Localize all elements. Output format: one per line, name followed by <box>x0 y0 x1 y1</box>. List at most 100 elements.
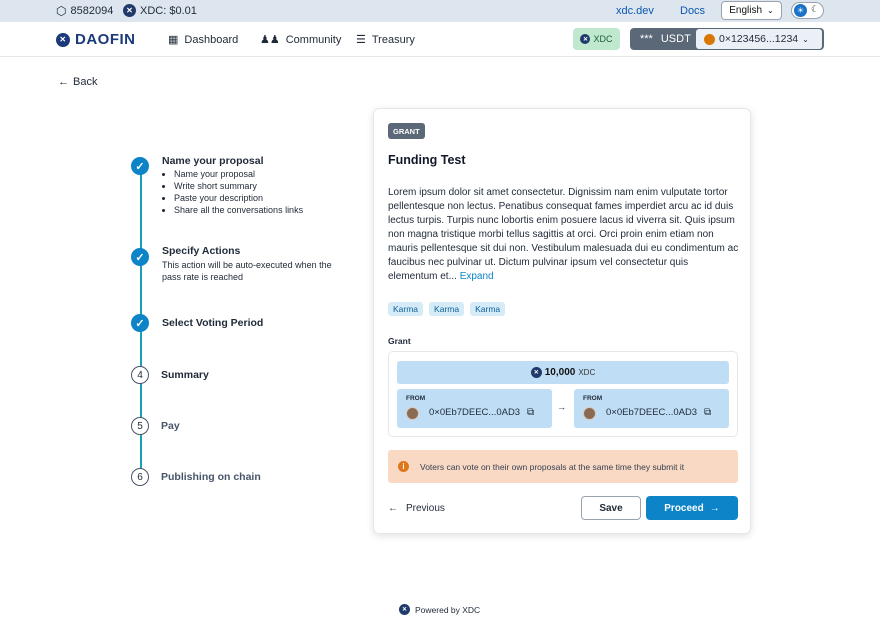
step-title[interactable]: Specify Actions <box>162 245 240 257</box>
party-label: FROM <box>583 395 603 402</box>
tag-list: Karma Karma Karma <box>388 302 506 316</box>
wallet-address-button[interactable]: 0×123456...1234 ⌄ <box>696 29 822 49</box>
wallet-avatar <box>704 33 715 45</box>
grant-label: Grant <box>388 336 411 346</box>
balance-mask: *** <box>640 33 653 45</box>
step-title[interactable]: Pay <box>161 420 180 432</box>
previous-button[interactable]: ← Previous <box>388 503 445 514</box>
nav-item-treasury[interactable]: ☰ Treasury <box>356 33 415 47</box>
step-subitem: Share all the conversations links <box>174 204 303 216</box>
back-label: Back <box>73 76 98 88</box>
step-number: 5 <box>131 417 149 435</box>
wallet-widget[interactable]: *** USDT 0×123456...1234 ⌄ <box>630 28 824 50</box>
voting-notice-text: Voters can vote on their own proposals a… <box>420 461 685 472</box>
brand-name: DAOFIN <box>75 31 136 48</box>
party-label: FROM <box>406 395 426 402</box>
avatar <box>583 407 596 420</box>
arrow-right-icon: → <box>557 402 566 412</box>
proceed-button[interactable]: Proceed → <box>646 496 738 520</box>
back-link[interactable]: ← Back <box>58 76 97 88</box>
step-check-icon: ✓ <box>131 314 149 332</box>
step-title[interactable]: Select Voting Period <box>162 317 263 329</box>
step-title[interactable]: Name your proposal <box>162 155 264 167</box>
chevron-down-icon: ⌄ <box>802 34 809 44</box>
grant-amount-unit: XDC <box>578 368 596 377</box>
grant-amount: ✕ 10,000 XDC <box>397 361 729 384</box>
xdc-price: ✕ XDC: $0.01 <box>123 4 197 17</box>
previous-label: Previous <box>406 503 445 514</box>
xdc-coin-icon: ✕ <box>123 4 136 17</box>
docs-link[interactable]: Docs <box>680 5 705 17</box>
moon-icon: ☾ <box>811 4 820 14</box>
nav-item-label: Community <box>285 33 342 46</box>
wallet-address: 0×123456...1234 <box>719 33 799 45</box>
save-button[interactable]: Save <box>581 496 641 520</box>
xdc-coin-icon: ✕ <box>399 604 410 615</box>
xdc-coin-icon: ✕ <box>530 367 542 378</box>
proposal-title: Funding Test <box>388 153 466 167</box>
party-address: 0×0Eb7DEEC...0AD3 <box>429 407 521 418</box>
treasury-icon: ☰ <box>356 34 366 46</box>
brand-logo[interactable]: ✕ DAOFIN <box>56 31 136 48</box>
nav-item-label: Treasury <box>371 33 415 46</box>
info-icon: i <box>398 461 409 472</box>
arrow-right-icon: → <box>709 502 720 514</box>
step-subitems: Name your proposal Write short summary P… <box>174 168 303 216</box>
tag: Karma <box>388 302 424 316</box>
nav-item-community[interactable]: ♟♟ Community <box>260 33 342 47</box>
avatar <box>406 407 419 420</box>
voting-notice: i Voters can vote on their own proposals… <box>388 450 738 483</box>
step-title[interactable]: Summary <box>161 369 209 381</box>
step-subitem: Name your proposal <box>174 168 303 180</box>
grant-amount-value: 10,000 <box>544 367 576 378</box>
arrow-left-icon: ← <box>388 503 398 514</box>
step-subitem: Paste your description <box>174 192 303 204</box>
tag: Karma <box>470 302 506 316</box>
language-select[interactable]: English ⌄ <box>721 1 782 20</box>
xdc-dev-link[interactable]: xdc.dev <box>616 5 654 17</box>
proposal-description-text: Lorem ipsum dolor sit amet consectetur. … <box>388 187 739 282</box>
expand-link[interactable]: Expand <box>460 271 494 282</box>
proposal-type-badge: GRANT <box>388 123 425 139</box>
xdc-logo-icon: ✕ <box>56 32 70 47</box>
chevron-down-icon: ⌄ <box>767 6 774 15</box>
step-check-icon: ✓ <box>131 248 149 266</box>
users-icon: ♟♟ <box>260 34 280 46</box>
sun-icon: ☀ <box>794 4 807 17</box>
external-link-icon[interactable]: ⧉ <box>704 407 711 418</box>
grant-details: ✕ 10,000 XDC FROM 0×0Eb7DEEC...0AD3 ⧉ → … <box>388 351 738 437</box>
step-title[interactable]: Publishing on chain <box>161 471 261 483</box>
party-address: 0×0Eb7DEEC...0AD3 <box>606 407 698 418</box>
wallet-balance: *** USDT <box>640 33 691 45</box>
xdc-price-value: XDC: $0.01 <box>140 4 197 17</box>
step-check-icon: ✓ <box>131 157 149 175</box>
grant-party-from: FROM 0×0Eb7DEEC...0AD3 ⧉ <box>397 389 552 428</box>
cube-icon: ⬡ <box>56 4 67 18</box>
nav-item-label: Dashboard <box>184 33 239 46</box>
step-subitem: Write short summary <box>174 180 303 192</box>
powered-by-label: Powered by XDC <box>415 604 481 615</box>
block-number: ⬡ 8582094 <box>56 4 113 18</box>
network-chip-label: XDC <box>593 34 613 44</box>
nav-item-dashboard[interactable]: ▦ Dashboard <box>168 33 239 47</box>
grant-party-to: FROM 0×0Eb7DEEC...0AD3 ⧉ <box>574 389 729 428</box>
proposal-summary-card: GRANT Funding Test Lorem ipsum dolor sit… <box>373 108 751 534</box>
step-description: This action will be auto-executed when t… <box>162 260 332 282</box>
proceed-label: Proceed <box>664 502 704 514</box>
external-link-icon[interactable]: ⧉ <box>527 407 534 418</box>
xdc-coin-icon: ✕ <box>580 34 591 44</box>
block-number-value: 8582094 <box>70 5 114 17</box>
step-number: 6 <box>131 468 149 486</box>
top-status-bar: ⬡ 8582094 ✕ XDC: $0.01 xdc.dev Docs Engl… <box>0 0 880 22</box>
footer: ✕ Powered by XDC <box>399 604 480 615</box>
language-value: English <box>729 5 763 16</box>
theme-toggle[interactable]: ☀ ☾ <box>791 2 824 19</box>
step-number: 4 <box>131 366 149 384</box>
arrow-left-icon: ← <box>58 76 69 88</box>
proposal-description: Lorem ipsum dolor sit amet consectetur. … <box>388 186 740 284</box>
tag: Karma <box>429 302 465 316</box>
main-nav: ✕ DAOFIN ▦ Dashboard ♟♟ Community ☰ Trea… <box>0 22 880 57</box>
balance-unit: USDT <box>660 33 691 45</box>
dashboard-icon: ▦ <box>168 34 179 46</box>
network-chip[interactable]: ✕ XDC <box>573 28 620 50</box>
